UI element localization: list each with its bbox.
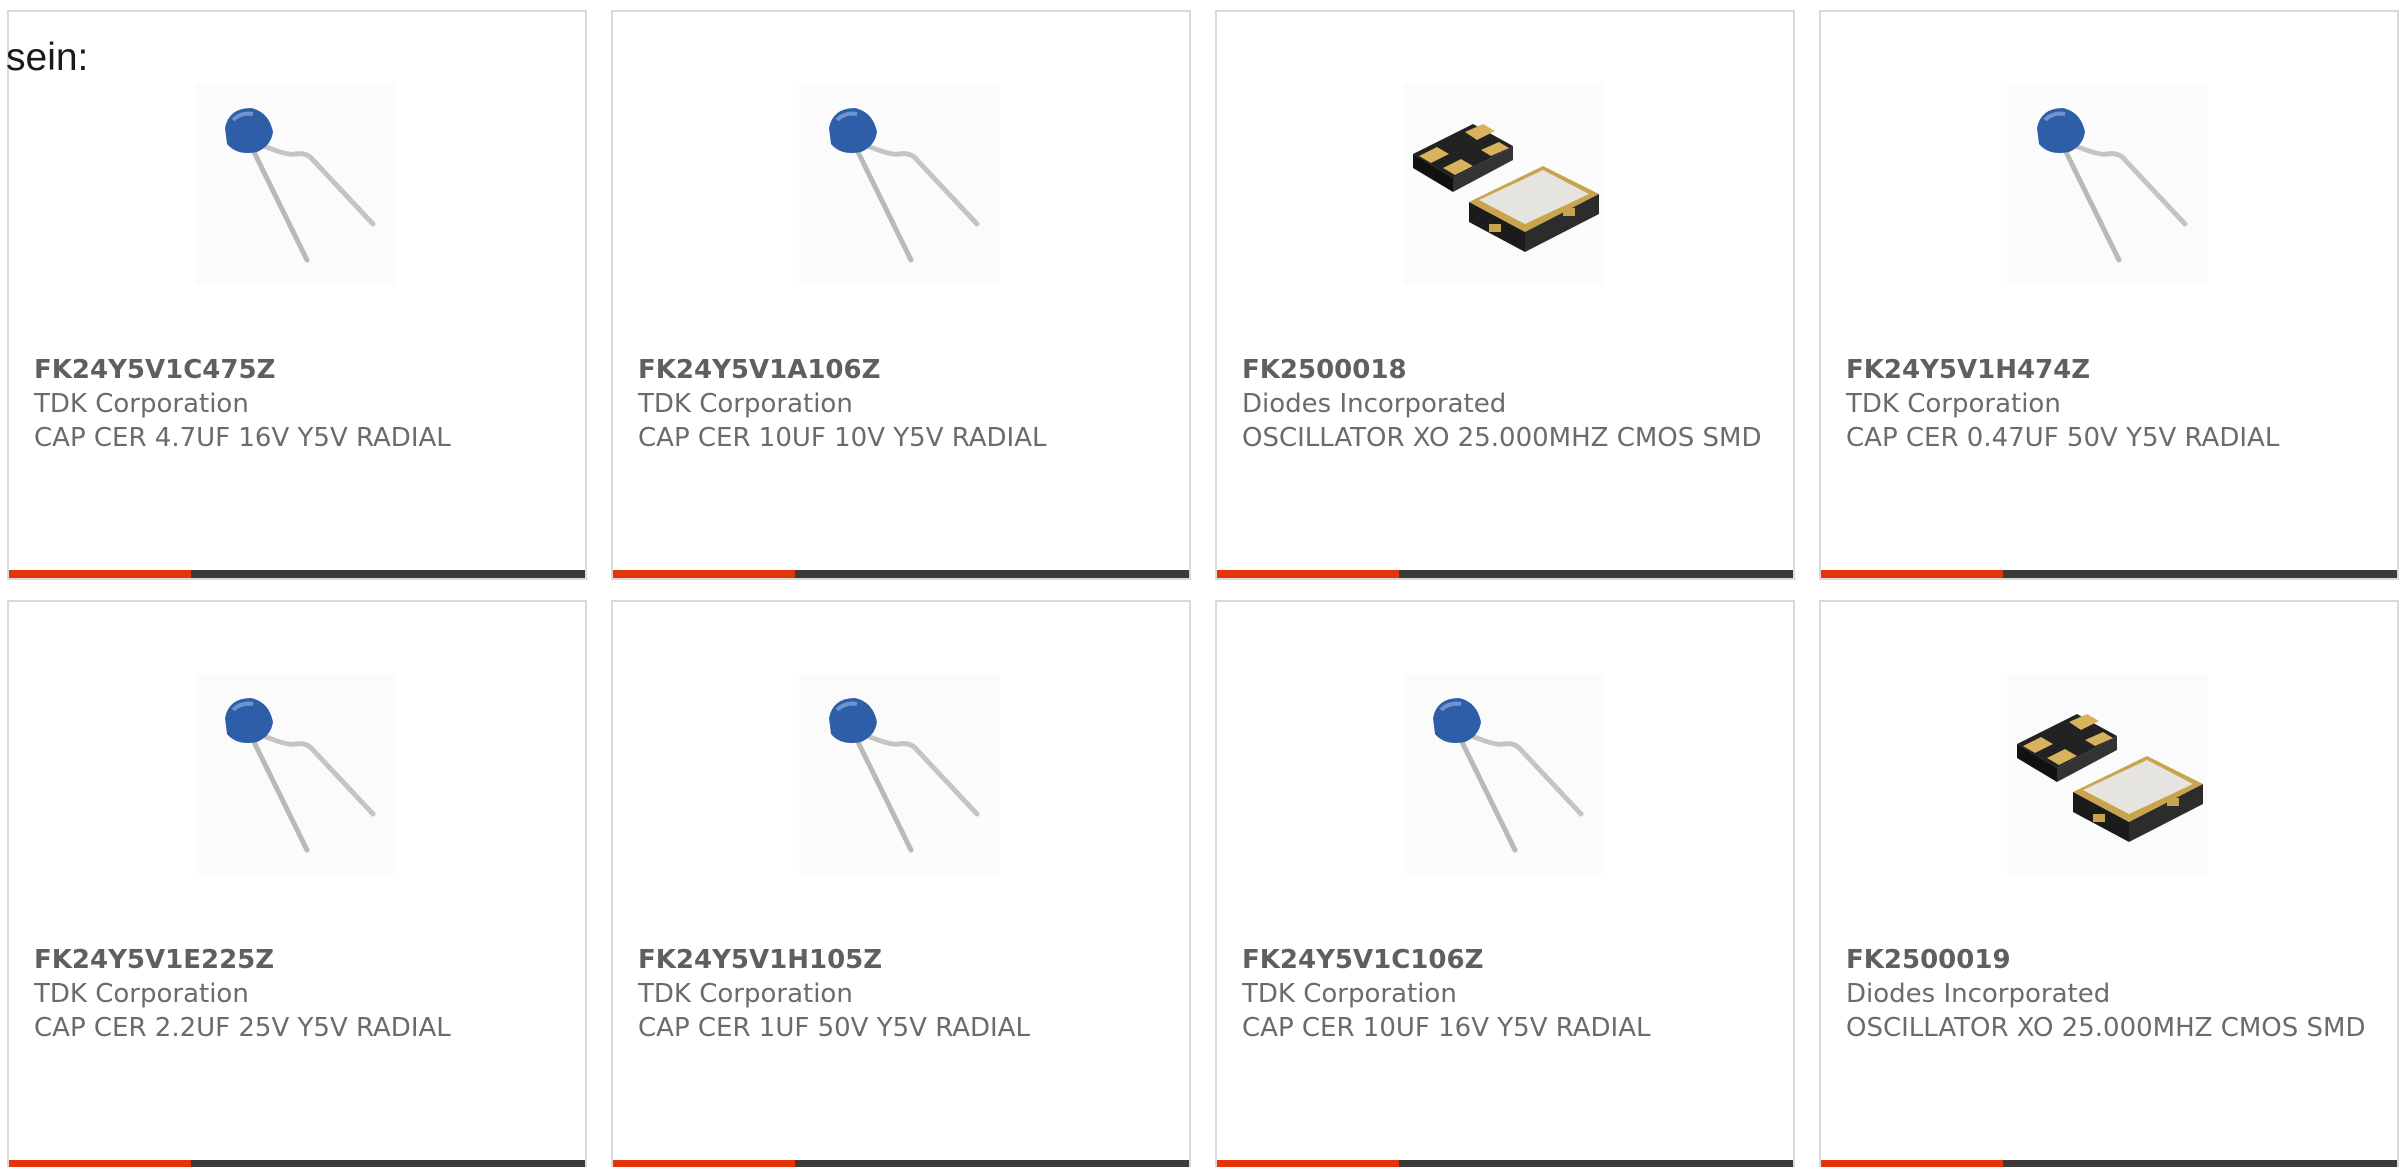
- manufacturer: TDK Corporation: [1242, 979, 1457, 1009]
- accent-segment: [1217, 1160, 1399, 1167]
- radial-capacitor-icon: [1403, 674, 1603, 874]
- card-accent-bar: [9, 1160, 585, 1167]
- card-accent-bar: [1217, 1160, 1793, 1167]
- description: CAP CER 10UF 16V Y5V RADIAL: [1242, 1013, 1651, 1043]
- accent-segment: [1821, 570, 2003, 578]
- accent-segment: [1217, 570, 1399, 578]
- manufacturer: TDK Corporation: [34, 389, 249, 419]
- manufacturer: TDK Corporation: [34, 979, 249, 1009]
- product-card[interactable]: FK2500019 Diodes Incorporated OSCILLATOR…: [1819, 600, 2399, 1167]
- description: OSCILLATOR XO 25.000MHZ CMOS SMD: [1846, 1013, 2366, 1043]
- card-accent-bar: [613, 1160, 1189, 1167]
- manufacturer: TDK Corporation: [1846, 389, 2061, 419]
- product-card[interactable]: FK24Y5V1C475Z TDK Corporation CAP CER 4.…: [7, 10, 587, 580]
- manufacturer: Diodes Incorporated: [1242, 389, 1507, 419]
- description: CAP CER 1UF 50V Y5V RADIAL: [638, 1013, 1030, 1043]
- part-number[interactable]: FK24Y5V1C106Z: [1242, 943, 1773, 977]
- smd-oscillator-icon: [1403, 84, 1603, 284]
- part-number[interactable]: FK24Y5V1H474Z: [1846, 353, 2377, 387]
- card-accent-bar: [1821, 1160, 2397, 1167]
- radial-capacitor-icon: [195, 84, 395, 284]
- radial-capacitor-icon: [2007, 84, 2207, 284]
- card-accent-bar: [613, 570, 1189, 578]
- product-card[interactable]: FK24Y5V1H105Z TDK Corporation CAP CER 1U…: [611, 600, 1191, 1167]
- product-card[interactable]: FK24Y5V1C106Z TDK Corporation CAP CER 10…: [1215, 600, 1795, 1167]
- part-number[interactable]: FK2500018: [1242, 353, 1773, 387]
- card-accent-bar: [1217, 570, 1793, 578]
- product-card[interactable]: FK2500018 Diodes Incorporated OSCILLATOR…: [1215, 10, 1795, 580]
- radial-capacitor-icon: [195, 674, 395, 874]
- product-card[interactable]: FK24Y5V1A106Z TDK Corporation CAP CER 10…: [611, 10, 1191, 580]
- description: CAP CER 10UF 10V Y5V RADIAL: [638, 423, 1047, 453]
- description: OSCILLATOR XO 25.000MHZ CMOS SMD: [1242, 423, 1762, 453]
- product-grid-page: sein: FK24Y5V1C475Z TDK Corporation CAP …: [0, 0, 2400, 1167]
- part-number[interactable]: FK24Y5V1E225Z: [34, 943, 565, 977]
- manufacturer: TDK Corporation: [638, 979, 853, 1009]
- radial-capacitor-icon: [799, 84, 999, 284]
- product-card[interactable]: FK24Y5V1H474Z TDK Corporation CAP CER 0.…: [1819, 10, 2399, 580]
- manufacturer: TDK Corporation: [638, 389, 853, 419]
- smd-oscillator-icon: [2007, 674, 2207, 874]
- accent-segment: [9, 1160, 191, 1167]
- radial-capacitor-icon: [799, 674, 999, 874]
- accent-segment: [9, 570, 191, 578]
- card-accent-bar: [9, 570, 585, 578]
- description: CAP CER 4.7UF 16V Y5V RADIAL: [34, 423, 451, 453]
- accent-segment: [613, 1160, 795, 1167]
- product-grid: FK24Y5V1C475Z TDK Corporation CAP CER 4.…: [7, 10, 2399, 1167]
- part-number[interactable]: FK2500019: [1846, 943, 2377, 977]
- intro-text: sein:: [6, 36, 89, 79]
- part-number[interactable]: FK24Y5V1H105Z: [638, 943, 1169, 977]
- accent-segment: [613, 570, 795, 578]
- card-accent-bar: [1821, 570, 2397, 578]
- manufacturer: Diodes Incorporated: [1846, 979, 2111, 1009]
- description: CAP CER 0.47UF 50V Y5V RADIAL: [1846, 423, 2280, 453]
- part-number[interactable]: FK24Y5V1C475Z: [34, 353, 565, 387]
- accent-segment: [1821, 1160, 2003, 1167]
- description: CAP CER 2.2UF 25V Y5V RADIAL: [34, 1013, 451, 1043]
- part-number[interactable]: FK24Y5V1A106Z: [638, 353, 1169, 387]
- product-card[interactable]: FK24Y5V1E225Z TDK Corporation CAP CER 2.…: [7, 600, 587, 1167]
